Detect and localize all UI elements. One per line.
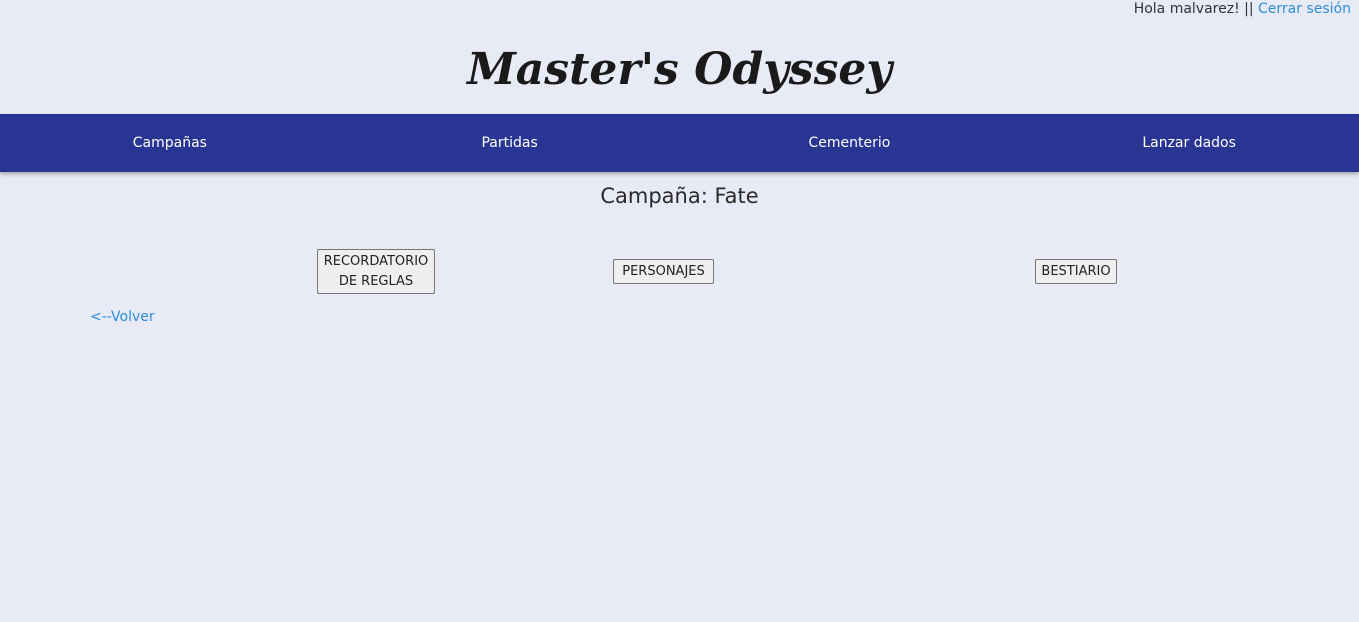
main-navbar: Campañas Partidas Cementerio Lanzar dado…	[0, 114, 1359, 172]
nav-item-partidas[interactable]: Partidas	[340, 114, 680, 172]
logout-link[interactable]: Cerrar sesión	[1258, 1, 1351, 17]
bestiary-button[interactable]: BESTIARIO	[1035, 259, 1117, 284]
characters-button[interactable]: PERSONAJES	[613, 259, 714, 284]
nav-item-lanzar-dados[interactable]: Lanzar dados	[1019, 114, 1359, 172]
nav-item-cementerio[interactable]: Cementerio	[680, 114, 1020, 172]
greeting-text: Hola malvarez! ||	[1133, 1, 1254, 17]
page-title: Campaña: Fate	[600, 184, 759, 208]
site-logo-title[interactable]: Master's Odyssey	[0, 40, 1359, 100]
back-link[interactable]: <--Volver	[90, 308, 155, 326]
nav-item-campanas[interactable]: Campañas	[0, 114, 340, 172]
rules-reminder-button[interactable]: RECORDATORIO DE REGLAS	[317, 249, 435, 294]
user-bar: Hola malvarez! || Cerrar sesión	[1134, 0, 1351, 18]
